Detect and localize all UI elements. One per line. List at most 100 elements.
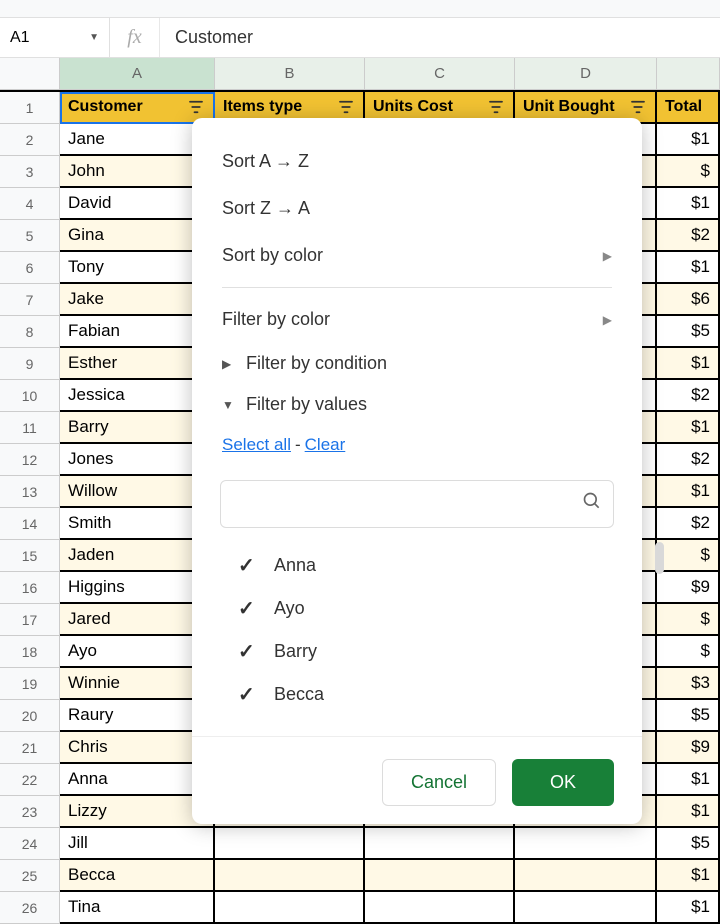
cell[interactable]: [365, 828, 515, 860]
cell-total[interactable]: $1: [657, 476, 720, 508]
triangle-down-icon: ▼: [222, 398, 234, 412]
filter-search-input[interactable]: [220, 480, 614, 528]
scrollbar-thumb[interactable]: [655, 542, 664, 574]
select-all-corner[interactable]: [0, 58, 60, 90]
col-header-b[interactable]: B: [215, 58, 365, 90]
col-header-d[interactable]: D: [515, 58, 657, 90]
cell[interactable]: [365, 892, 515, 924]
cell-total[interactable]: $5: [657, 700, 720, 732]
row-header[interactable]: 2: [0, 124, 60, 156]
row-header[interactable]: 19: [0, 668, 60, 700]
cell-total[interactable]: $: [657, 636, 720, 668]
row-header[interactable]: 7: [0, 284, 60, 316]
cell-total[interactable]: $: [657, 156, 720, 188]
sort-by-color[interactable]: Sort by color ▶: [192, 232, 642, 279]
row-header[interactable]: 17: [0, 604, 60, 636]
row-header[interactable]: 15: [0, 540, 60, 572]
cell-total[interactable]: $9: [657, 572, 720, 604]
cell-total[interactable]: $5: [657, 316, 720, 348]
row-header[interactable]: 22: [0, 764, 60, 796]
select-all-link[interactable]: Select all: [222, 435, 291, 454]
cell-total[interactable]: $3: [657, 668, 720, 700]
row-header[interactable]: 3: [0, 156, 60, 188]
filter-value-item[interactable]: ✓Barry: [238, 630, 614, 673]
cell-total[interactable]: $1: [657, 348, 720, 380]
cell[interactable]: [515, 860, 657, 892]
filter-color-label: Filter by color: [222, 309, 330, 330]
sort-az[interactable]: Sort A → Z: [192, 138, 642, 185]
cell-total[interactable]: $1: [657, 252, 720, 284]
cell-total[interactable]: $1: [657, 124, 720, 156]
cell[interactable]: [515, 828, 657, 860]
cancel-button[interactable]: Cancel: [382, 759, 496, 806]
menu-footer: Cancel OK: [192, 736, 642, 806]
ok-button[interactable]: OK: [512, 759, 614, 806]
filter-icon[interactable]: [337, 98, 355, 116]
row-header[interactable]: 11: [0, 412, 60, 444]
header-total[interactable]: Total: [657, 92, 720, 124]
clear-link[interactable]: Clear: [305, 435, 346, 454]
row-header[interactable]: 26: [0, 892, 60, 924]
filter-value-item[interactable]: ✓Anna: [238, 544, 614, 587]
filter-icon[interactable]: [487, 98, 505, 116]
cell-total[interactable]: $1: [657, 892, 720, 924]
row-header[interactable]: 13: [0, 476, 60, 508]
cell-total[interactable]: $9: [657, 732, 720, 764]
filter-value-item[interactable]: ✓Ayo: [238, 587, 614, 630]
row-header[interactable]: 9: [0, 348, 60, 380]
cell-total[interactable]: $1: [657, 764, 720, 796]
formula-input[interactable]: [160, 18, 720, 57]
row-header[interactable]: 21: [0, 732, 60, 764]
row-header[interactable]: 10: [0, 380, 60, 412]
col-header-a[interactable]: A: [60, 58, 215, 90]
cell-customer[interactable]: Jill: [60, 828, 215, 860]
cell-total[interactable]: $2: [657, 220, 720, 252]
filter-by-condition[interactable]: ▶ Filter by condition: [192, 343, 642, 384]
cell[interactable]: [365, 860, 515, 892]
cell-total[interactable]: $1: [657, 412, 720, 444]
cell-total[interactable]: $2: [657, 444, 720, 476]
col-header-e[interactable]: [657, 58, 720, 90]
filter-icon[interactable]: [187, 98, 205, 116]
row-header[interactable]: 12: [0, 444, 60, 476]
row-header[interactable]: 8: [0, 316, 60, 348]
row-header[interactable]: 5: [0, 220, 60, 252]
filter-by-values[interactable]: ▼ Filter by values: [192, 384, 642, 425]
row-header[interactable]: 25: [0, 860, 60, 892]
header-customer[interactable]: Customer: [60, 92, 215, 124]
row-header[interactable]: 14: [0, 508, 60, 540]
cell-total[interactable]: $1: [657, 796, 720, 828]
row-header[interactable]: 24: [0, 828, 60, 860]
filter-icon[interactable]: [629, 98, 647, 116]
name-box[interactable]: A1 ▼: [0, 18, 110, 57]
row-header[interactable]: 16: [0, 572, 60, 604]
row-header[interactable]: 23: [0, 796, 60, 828]
check-icon: ✓: [238, 596, 258, 621]
cell-customer[interactable]: Tina: [60, 892, 215, 924]
row-header[interactable]: 20: [0, 700, 60, 732]
sort-za[interactable]: Sort Z → A: [192, 185, 642, 232]
cell-total[interactable]: $2: [657, 380, 720, 412]
cell-total[interactable]: $1: [657, 860, 720, 892]
search-icon: [582, 491, 602, 517]
cell-total[interactable]: $: [657, 540, 720, 572]
cell[interactable]: [215, 860, 365, 892]
row-header[interactable]: 18: [0, 636, 60, 668]
cell-customer[interactable]: Becca: [60, 860, 215, 892]
cell-total[interactable]: $6: [657, 284, 720, 316]
cell[interactable]: [215, 892, 365, 924]
header-label: Units Cost: [373, 98, 453, 116]
cell-total[interactable]: $: [657, 604, 720, 636]
filter-value-item[interactable]: ✓Becca: [238, 673, 614, 716]
row-header[interactable]: 4: [0, 188, 60, 220]
cell-total[interactable]: $5: [657, 828, 720, 860]
sort-color-label: Sort by color: [222, 245, 323, 266]
col-header-c[interactable]: C: [365, 58, 515, 90]
filter-by-color[interactable]: Filter by color ▶: [192, 296, 642, 343]
cell[interactable]: [215, 828, 365, 860]
row-header[interactable]: 6: [0, 252, 60, 284]
cell-total[interactable]: $1: [657, 188, 720, 220]
cell[interactable]: [515, 892, 657, 924]
row-header[interactable]: 1: [0, 92, 60, 124]
cell-total[interactable]: $2: [657, 508, 720, 540]
